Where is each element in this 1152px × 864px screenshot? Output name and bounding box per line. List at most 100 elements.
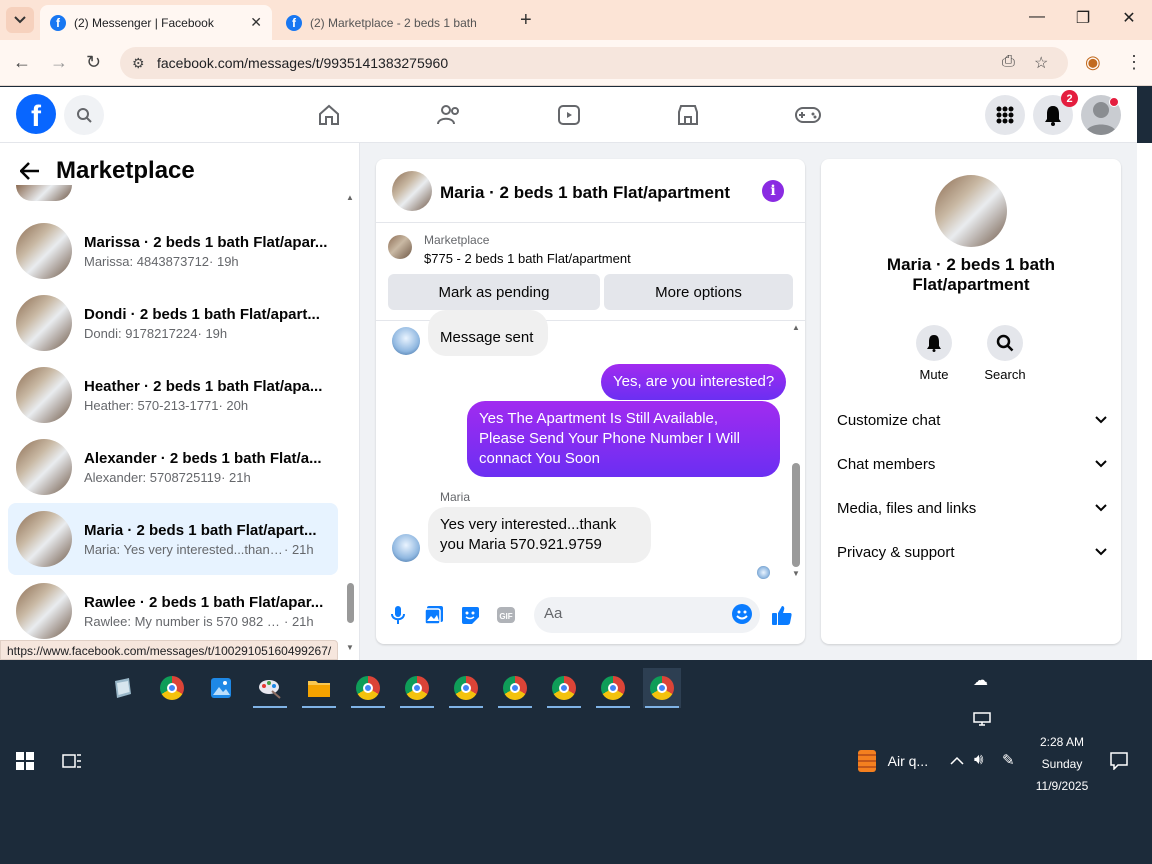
pen-icon[interactable]: ✎ [1002, 751, 1015, 769]
site-info-icon[interactable]: ⚙ [132, 55, 145, 72]
system-clock[interactable]: 2:28 AM Sunday 11/9/2025 [1030, 731, 1094, 797]
bookmark-star-icon[interactable]: ☆ [1034, 53, 1048, 73]
nav-gaming[interactable] [794, 101, 822, 129]
home-icon [319, 104, 339, 125]
close-tab-icon[interactable]: ✕ [250, 14, 262, 31]
contact-avatar[interactable] [935, 175, 1007, 247]
conversation-item-selected[interactable]: Maria · 2 beds 1 bath Flat/apart... Mari… [8, 503, 338, 575]
weather-widget[interactable]: Air q... [858, 750, 928, 772]
scroll-up-arrow-icon[interactable]: ▲ [792, 323, 800, 332]
taskbar-app-file-explorer[interactable] [300, 668, 338, 708]
profile-icon[interactable]: ◉ [1085, 52, 1101, 73]
volume-icon[interactable]: 🔊︎ [974, 751, 983, 768]
privacy-support-section[interactable]: Privacy & support [837, 540, 1107, 564]
taskbar-app-chrome-active[interactable] [643, 668, 681, 708]
nav-friends[interactable] [435, 101, 463, 129]
sticker-button[interactable] [458, 603, 482, 627]
show-hidden-icons-button[interactable] [950, 754, 964, 769]
close-window-button[interactable]: ✕ [1119, 8, 1139, 28]
running-indicator [645, 706, 679, 708]
like-button[interactable] [770, 603, 794, 627]
listing-thumbnail[interactable] [388, 235, 412, 259]
air-quality-icon [858, 750, 876, 772]
minimize-button[interactable]: — [1027, 8, 1047, 26]
notification-center-button[interactable] [1110, 752, 1128, 773]
taskbar-app-notes[interactable] [103, 668, 141, 708]
taskbar-app-chrome-profile[interactable] [349, 668, 387, 708]
taskbar-app-paint[interactable] [251, 668, 289, 708]
conversation-item[interactable]: Rawlee · 2 beds 1 bath Flat/apar... Rawl… [8, 575, 338, 647]
voice-clip-button[interactable] [386, 603, 410, 627]
back-arrow-icon[interactable] [20, 162, 40, 180]
facebook-search-button[interactable] [64, 95, 104, 135]
taskbar-app-chrome-profile[interactable] [496, 668, 534, 708]
chat-avatar[interactable] [392, 171, 432, 211]
menu-kebab-icon[interactable]: ⋮ [1125, 52, 1143, 73]
running-indicator [302, 706, 336, 708]
media-files-links-section[interactable]: Media, files and links [837, 496, 1107, 520]
search-label: Search [984, 367, 1026, 382]
chrome-icon [601, 676, 625, 700]
start-button[interactable] [16, 752, 34, 773]
mark-as-pending-button[interactable]: Mark as pending [388, 274, 600, 310]
taskbar-app-chrome-profile[interactable] [447, 668, 485, 708]
clock-time: 2:28 AM [1039, 735, 1085, 749]
scroll-up-arrow-icon[interactable]: ▲ [346, 193, 354, 202]
conversation-item[interactable]: Alexander · 2 beds 1 bath Flat/a... Alex… [8, 431, 338, 503]
customize-chat-section[interactable]: Customize chat [837, 408, 1107, 432]
nav-home[interactable] [315, 101, 343, 129]
taskbar-app-chrome[interactable] [153, 668, 191, 708]
taskbar-app-chrome-profile[interactable] [398, 668, 436, 708]
search-in-chat-action[interactable]: Search [975, 325, 1035, 382]
tab-search-button[interactable] [6, 7, 34, 33]
task-view-button[interactable] [62, 752, 82, 773]
chat-title[interactable]: Maria · 2 beds 1 bath Flat/apartment [440, 183, 730, 203]
left-panel-title: Marketplace [56, 157, 195, 184]
conversation-list-scrollbar[interactable]: ▲ ▼ [343, 193, 357, 653]
emoji-button[interactable] [732, 604, 752, 624]
clock-date: 11/9/2025 [1035, 779, 1089, 793]
nav-marketplace[interactable] [674, 101, 702, 129]
scroll-down-arrow-icon[interactable]: ▼ [792, 569, 800, 578]
chrome-icon [160, 676, 184, 700]
tab-marketplace[interactable]: f (2) Marketplace - 2 beds 1 bath [276, 5, 512, 40]
conversation-name: Maria · 2 beds 1 bath Flat/apart... [84, 521, 317, 539]
omnibox[interactable]: ⚙ facebook.com/messages/t/99351413832759… [120, 47, 1068, 79]
reload-button[interactable]: ↻ [86, 52, 101, 73]
taskbar-app-photos[interactable] [202, 668, 240, 708]
page-scrollbar[interactable] [1137, 143, 1152, 660]
maximize-button[interactable]: ❐ [1073, 8, 1093, 28]
notification-badge: 2 [1061, 90, 1078, 107]
message-sender-name: Maria [440, 490, 471, 504]
info-icon[interactable]: i [762, 180, 784, 202]
conversation-item[interactable]: Marissa · 2 beds 1 bath Flat/apar... Mar… [8, 215, 338, 287]
facebook-logo[interactable]: f [16, 94, 56, 134]
mute-action[interactable]: Mute [904, 325, 964, 382]
listing-price-title[interactable]: $775 - 2 beds 1 bath Flat/apartment [424, 251, 631, 266]
menu-grid-button[interactable] [985, 95, 1025, 135]
conversation-item[interactable]: Heather · 2 beds 1 bath Flat/apa... Heat… [8, 359, 338, 431]
marketplace-label: Marketplace [424, 233, 490, 247]
chat-members-section[interactable]: Chat members [837, 452, 1107, 476]
taskbar-app-chrome-profile[interactable] [545, 668, 583, 708]
scrollbar-thumb[interactable] [347, 583, 354, 623]
scrollbar-thumb[interactable] [792, 463, 800, 567]
install-app-icon[interactable]: ⎙ [1002, 53, 1015, 71]
svg-text:GIF: GIF [499, 612, 512, 621]
onedrive-icon[interactable]: ☁ [973, 671, 988, 689]
network-icon[interactable] [973, 712, 991, 729]
nav-watch[interactable] [555, 101, 583, 129]
taskbar-app-chrome-profile[interactable] [594, 668, 632, 708]
conversation-item[interactable]: Dondi · 2 beds 1 bath Flat/apart... Dond… [8, 287, 338, 359]
new-tab-button[interactable]: + [520, 9, 532, 32]
forward-button[interactable]: → [50, 52, 68, 73]
back-button[interactable]: ← [13, 52, 31, 73]
message-input[interactable] [544, 605, 724, 622]
gif-button[interactable]: GIF [494, 603, 518, 627]
tab-messenger[interactable]: f (2) Messenger | Facebook ✕ [40, 5, 272, 40]
chat-scrollbar[interactable]: ▲ ▼ [790, 323, 802, 581]
monitor-icon [973, 712, 991, 726]
attach-photo-button[interactable] [422, 603, 446, 627]
more-options-button[interactable]: More options [604, 274, 793, 310]
scroll-down-arrow-icon[interactable]: ▼ [346, 643, 354, 652]
